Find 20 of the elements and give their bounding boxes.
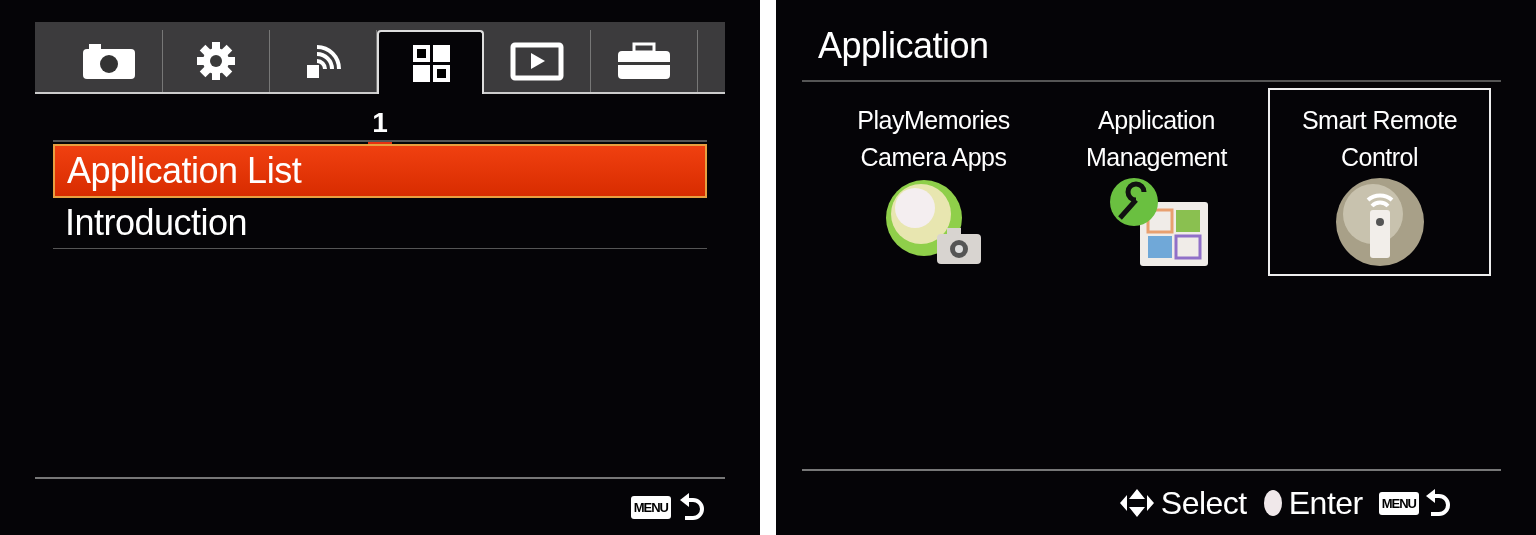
direction-keys-icon <box>1118 488 1155 518</box>
app-label: PlayMemories Camera Apps <box>857 105 1010 173</box>
app-tile[interactable]: Smart Remote Control <box>1268 88 1491 276</box>
screen-title: Application <box>802 0 1501 82</box>
menu-key: MENU <box>630 495 671 519</box>
app-label: Smart Remote Control <box>1301 105 1458 173</box>
center-button-icon <box>1262 489 1283 517</box>
menu-item[interactable]: Application List <box>53 144 707 198</box>
hint-label: Enter <box>1288 484 1363 522</box>
play-icon <box>509 41 565 81</box>
menu-key: MENU <box>1378 491 1419 515</box>
app-tile[interactable]: Application Management <box>1045 88 1268 276</box>
hint-label: Select <box>1160 484 1247 522</box>
back-arrow-icon <box>1425 488 1451 518</box>
app-tile[interactable]: PlayMemories Camera Apps <box>822 88 1045 276</box>
back-arrow-icon <box>679 492 705 522</box>
menu-item[interactable]: Introduction <box>53 198 707 249</box>
toolbox-icon <box>616 41 672 81</box>
camera-icon <box>81 41 137 81</box>
app-label: Application Management <box>1086 105 1227 173</box>
